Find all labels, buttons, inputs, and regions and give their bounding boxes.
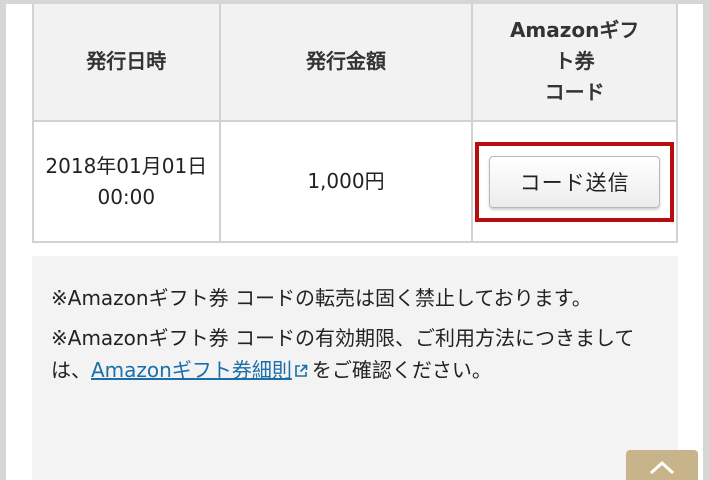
header-gift-code: Amazonギフト券 コード [471, 4, 678, 122]
gift-terms-link[interactable]: Amazonギフト券細則 [91, 358, 292, 382]
note-expiry-text-end: をご確認ください。 [311, 358, 492, 382]
note-resale: ※Amazonギフト券 コードの転売は固く禁止しております。 [51, 286, 592, 310]
table-header-row: 発行日時 発行金額 Amazonギフト券 コード [32, 4, 678, 122]
gift-code-table: 発行日時 発行金額 Amazonギフト券 コード 2018年01月01日 00:… [32, 4, 678, 243]
notes-box: ※Amazonギフト券 コードの転売は固く禁止しております。 ※Amazonギフ… [32, 256, 678, 480]
header-amount: 発行金額 [218, 4, 474, 122]
external-link-icon[interactable] [294, 355, 308, 377]
issued-at-cell: 2018年01月01日 00:00 [32, 120, 221, 243]
note-expiry: ※Amazonギフト券 コードの有効期限、ご利用方法につきましては、Amazon… [51, 322, 658, 386]
header-issued-at: 発行日時 [32, 4, 221, 122]
chevron-up-icon [649, 460, 675, 474]
highlight-box: コード送信 [475, 141, 675, 222]
table-row: 2018年01月01日 00:00 1,000円 コード送信 [32, 120, 678, 243]
page-frame: 発行日時 発行金額 Amazonギフト券 コード 2018年01月01日 00:… [6, 4, 703, 480]
amount-cell: 1,000円 [218, 120, 474, 243]
send-code-button[interactable]: コード送信 [489, 155, 661, 208]
action-cell: コード送信 [471, 120, 678, 243]
back-to-top-button[interactable] [626, 450, 698, 480]
